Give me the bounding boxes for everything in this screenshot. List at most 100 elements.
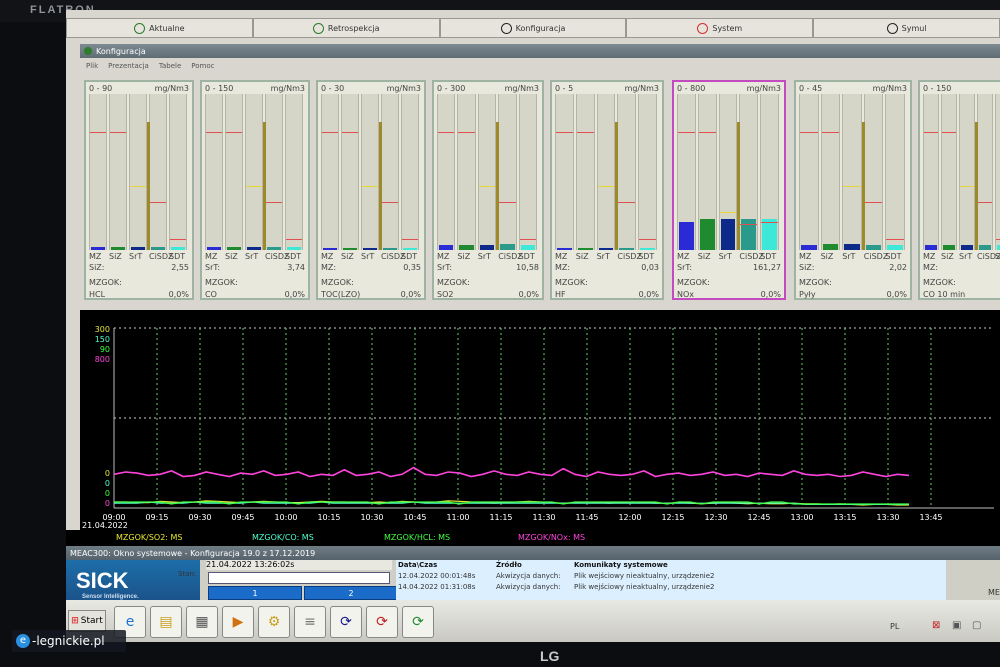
limit-mark (226, 132, 242, 133)
x-tick-label: 11:15 (489, 513, 512, 522)
config-app-icon[interactable]: ⚙ (258, 606, 290, 638)
start-button[interactable]: ⊞ Start (68, 610, 106, 632)
limit-mark (206, 132, 222, 133)
panel-stat-row: SrT: 161,27 (677, 263, 781, 274)
meac-app-icon[interactable]: ≡ (294, 606, 326, 638)
window-icon (84, 47, 92, 55)
limit-mark (458, 132, 475, 133)
panel-site: MZGOK: (923, 278, 956, 287)
measurement-panel-1[interactable]: 0 - 150 mg/Nm3 MZ SiZ SrT CiSDZ SDT SrT: 3,7… (200, 80, 310, 300)
menu-item-2[interactable]: Tabele (159, 62, 181, 70)
system-app-icon[interactable]: ⟳ (366, 606, 398, 638)
limit-mark (864, 202, 883, 203)
device-button-1[interactable]: 1 (208, 586, 302, 600)
bar-siz (575, 94, 595, 250)
log-row[interactable]: 12.04.2022 00:01:48s Akwizycja danych: P… (396, 572, 946, 582)
limit-mark (478, 186, 496, 187)
language-indicator[interactable]: PL (890, 622, 899, 631)
panel-value: 3,74 (287, 263, 305, 272)
y-tick-zero: 0 (105, 489, 110, 498)
limit-mark (942, 132, 956, 133)
tab-label: Retrospekcja (327, 23, 380, 33)
bar-label: MZ (555, 252, 568, 261)
bar-fill (979, 245, 991, 250)
limit-mark (382, 202, 398, 203)
tray-network-icon[interactable]: ▣ (952, 620, 961, 631)
panel-percent: 0,0% (168, 290, 189, 299)
bar-label: SDT (401, 252, 418, 261)
bar-cisdz (263, 94, 283, 250)
panel-stat-label: SrT: (677, 263, 693, 272)
menu-item-0[interactable]: Plik (86, 62, 98, 70)
network-icon[interactable]: ▦ (186, 606, 218, 638)
bar-fill (439, 245, 454, 250)
average-marker (615, 122, 619, 250)
series-line-3 (113, 466, 910, 478)
tray-alert-icon[interactable]: ⊠ (932, 620, 940, 631)
state-bar (208, 572, 390, 584)
panel-range: 0 - 800 (677, 84, 706, 93)
bar-label: SrT (477, 252, 492, 261)
bar-mz (677, 94, 696, 250)
limit-mark (130, 186, 146, 187)
bar-fill (762, 218, 777, 250)
panel-site: MZGOK: (555, 278, 588, 287)
limit-mark (800, 132, 818, 133)
panel-bars (677, 94, 781, 250)
retro-app-icon[interactable]: ⟳ (402, 606, 434, 638)
panel-range: 0 - 300 (437, 84, 466, 93)
bar-fill (822, 243, 839, 250)
measurement-panel-0[interactable]: 0 - 90 mg/Nm3 MZ SiZ SrT CiSDZ SDT SiZ: 2,55… (84, 80, 194, 300)
limit-mark (322, 132, 338, 133)
media-icon[interactable]: ▶ (222, 606, 254, 638)
bar-labels-row: MZSiZSrTCiSDZSDT (205, 252, 305, 263)
bar-srt (718, 94, 738, 250)
panel-value: 161,27 (753, 263, 781, 272)
tray-monitor-icon[interactable]: ▢ (972, 620, 981, 631)
panel-header: 0 - 300 mg/Nm3 (437, 84, 539, 94)
bar-label: MZ (321, 252, 334, 261)
main-tabs: Aktualne Retrospekcja Konfiguracja System Sy… (66, 18, 1000, 38)
log-row[interactable]: 14.04.2022 01:31:08s Akwizycja danych: P… (396, 583, 946, 593)
bar-cisdz (496, 94, 517, 250)
tab-0[interactable]: Aktualne (66, 18, 253, 38)
average-marker (861, 122, 865, 250)
panel-range: 0 - 150 (205, 84, 234, 93)
menu-item-3[interactable]: Pomoc (191, 62, 214, 70)
legend-item-1: MZGOK/CO: MS (252, 533, 314, 542)
system-window-title: MEAC300: Okno systemowe - Konfiguracja 1… (66, 546, 1000, 560)
panel-site-row: MZGOK: (923, 278, 1000, 289)
x-tick-label: 13:00 (790, 513, 813, 522)
tab-3[interactable]: System (626, 18, 814, 38)
bar-cisdz (615, 94, 637, 250)
panel-header: 0 - 150 mg/Nm3 (205, 84, 305, 94)
system-datetime: 21.04.2022 13:26:02s (206, 560, 392, 570)
tab-label: Symul (901, 23, 927, 33)
tab-arrow-icon (134, 22, 146, 34)
x-tick-label: 12:45 (747, 513, 770, 522)
tab-4[interactable]: Symul (813, 18, 1000, 38)
panel-component: HCL (89, 290, 106, 299)
tab-1[interactable]: Retrospekcja (252, 18, 440, 38)
bar-label: SiZ (820, 252, 834, 261)
folder-icon[interactable]: ▤ (150, 606, 182, 638)
measurement-panel-5[interactable]: 0 - 800 mg/Nm3 MZ SiZ SrT CiSDZ SDT SrT: 161… (672, 80, 786, 300)
device-button-2[interactable]: 2 (304, 586, 398, 600)
measurement-panel-3[interactable]: 0 - 300 mg/Nm3 MZ SiZ SrT CiSDZ SDT SrT: 10,… (432, 80, 544, 300)
watermark: e -legnickie.pl (12, 630, 126, 652)
panel-range: 0 - 30 (321, 84, 345, 93)
measurement-panel-4[interactable]: 0 - 5 mg/Nm3 MZ SiZ SrT CiSDZ SDT MZ: 0,03 M… (550, 80, 664, 300)
panel-stat-label: SiZ: (89, 263, 105, 272)
taskbar: ⊞ Start e ▤ ▦ ▶ ⚙ ≡ ⟳ ⟳ ⟳ PL ⊠ ▣ ▢ (66, 600, 1000, 642)
menu-item-1[interactable]: Prezentacja (108, 62, 149, 70)
measurement-panel-7[interactable]: 0 - 150 MZSiZSrTCiSDZSDT MZ: MZGOK: CO 1… (918, 80, 1000, 300)
panel-range: 0 - 90 (89, 84, 113, 93)
measurement-panel-6[interactable]: 0 - 45 mg/Nm3 MZ SiZ SrT CiSDZ SDT SiZ: 2,02… (794, 80, 912, 300)
bar-label: SiZ (457, 252, 471, 261)
x-tick-label: 12:00 (618, 513, 641, 522)
tab-arrow-icon (886, 22, 898, 34)
panel-range: 0 - 5 (555, 84, 574, 93)
measurement-panel-2[interactable]: 0 - 30 mg/Nm3 MZ SiZ SrT CiSDZ SDT MZ: 0,35 … (316, 80, 426, 300)
tab-2[interactable]: Konfiguracja (439, 18, 627, 38)
current-app-icon[interactable]: ⟳ (330, 606, 362, 638)
